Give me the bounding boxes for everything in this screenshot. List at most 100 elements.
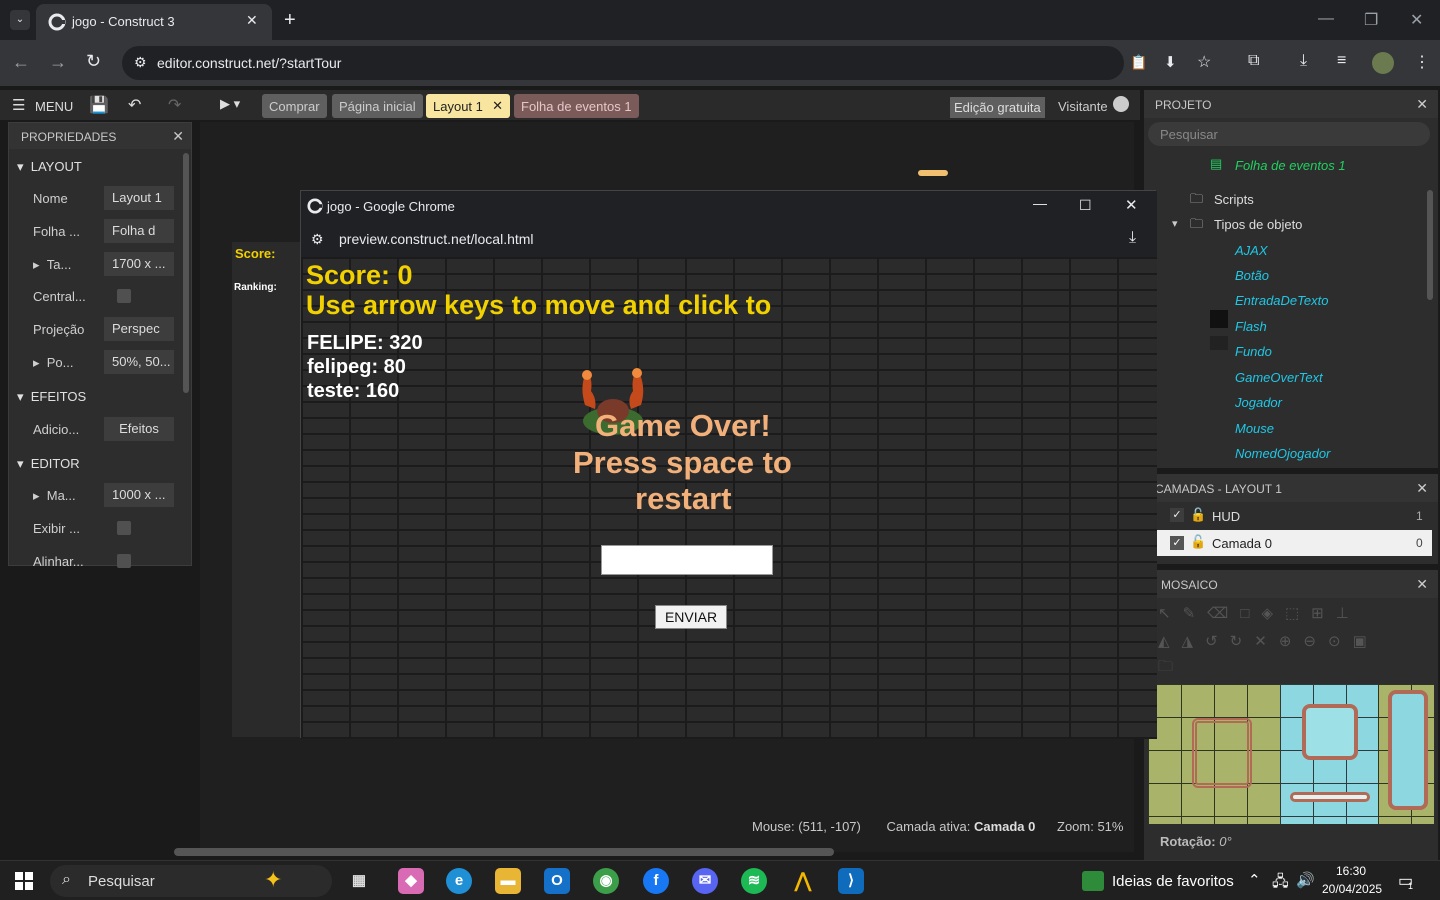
clock-time[interactable]: 16:30 (1336, 864, 1366, 878)
game-canvas[interactable]: Score: 0 Use arrow keys to move and clic… (301, 257, 1157, 739)
popup-titlebar[interactable]: jogo - Google Chrome — ☐ ✕ (301, 191, 1157, 223)
tree-item-entradadetexto[interactable]: EntradaDeTexto (1235, 293, 1328, 308)
project-scrollbar[interactable] (1427, 190, 1433, 300)
messenger-icon[interactable]: ✉ (692, 868, 718, 894)
close-panel-icon[interactable]: ✕ (1416, 576, 1428, 593)
tree-item-gameovertext[interactable]: GameOverText (1235, 370, 1323, 385)
tab-pagina-inicial[interactable]: Página inicial (332, 94, 423, 118)
close-panel-icon[interactable]: ✕ (1416, 96, 1428, 113)
copilot-app-icon[interactable]: ◆ (398, 868, 424, 894)
mirror-icon[interactable]: ◭ (1158, 633, 1182, 650)
section-layout[interactable]: ▾ LAYOUT (17, 159, 82, 175)
widget-label[interactable]: Ideias de favoritos (1112, 873, 1234, 890)
tree-item-nomedojogador[interactable]: NomedOjogador (1235, 446, 1330, 461)
spotify-icon[interactable]: ≋ (741, 868, 767, 894)
outlook-icon[interactable]: O (544, 868, 570, 894)
hamburger-menu-icon[interactable]: ☰ (12, 96, 25, 114)
clipboard-icon[interactable]: 📋 (1130, 54, 1147, 71)
chrome-menu-icon[interactable]: ⋮ (1414, 52, 1430, 72)
user-avatar-icon[interactable] (1113, 96, 1129, 112)
layer-row-hud[interactable]: ✓ 🔓 HUD 1 (1144, 502, 1438, 530)
preview-play-icon[interactable]: ▶ ▾ (220, 96, 240, 112)
volume-icon[interactable]: 🔊 (1296, 871, 1315, 889)
tab-search-button[interactable]: ⌄ (10, 10, 30, 30)
layer-lock-icon[interactable]: 🔓 (1190, 507, 1206, 523)
layer-visible-checkbox[interactable]: ✓ (1170, 508, 1184, 522)
tree-item-scripts[interactable]: Scripts (1214, 192, 1254, 207)
submit-button[interactable]: ENVIAR (655, 605, 727, 629)
prop-event-sheet-select[interactable]: Folha d (104, 219, 174, 243)
tree-item-object-types[interactable]: Tipos de objeto (1214, 217, 1302, 232)
close-panel-icon[interactable]: ✕ (1416, 480, 1428, 497)
clock-date[interactable]: 20/04/2025 (1322, 882, 1382, 896)
tab-comprar[interactable]: Comprar (262, 94, 327, 118)
browser-tab[interactable]: jogo - Construct 3 ✕ (36, 4, 272, 40)
extensions-icon[interactable]: ⧉ (1248, 52, 1259, 70)
prop-position-value[interactable]: 50%, 50... (104, 350, 174, 374)
layout-canvas[interactable]: Score: Ranking: (232, 242, 302, 737)
select-tool-icon[interactable]: ⬚ (1285, 605, 1311, 622)
widget-icon[interactable] (1082, 871, 1104, 891)
copilot-sparkle-icon[interactable]: ✦ (264, 867, 282, 893)
layer-row-camada-0[interactable]: ✓ 🔓 Camada 0 0 (1154, 530, 1432, 556)
player-name-input[interactable] (601, 545, 773, 575)
tree-item-flash[interactable]: Flash (1235, 319, 1267, 334)
eraser-tool-icon[interactable]: ⌫ (1207, 605, 1240, 622)
new-tab-icon[interactable]: + (284, 9, 296, 32)
folder-icon[interactable]: 🗀 (1158, 656, 1173, 681)
tree-item-fundo[interactable]: Fundo (1235, 344, 1272, 359)
properties-scrollbar[interactable] (183, 153, 189, 393)
undo-icon[interactable]: ↶ (128, 95, 141, 115)
close-panel-icon[interactable]: ✕ (172, 128, 184, 145)
rotate-cw-icon[interactable]: ↻ (1230, 633, 1255, 650)
tileset-image[interactable] (1148, 684, 1434, 824)
chrome-icon[interactable]: ◉ (593, 868, 619, 894)
project-search-input[interactable]: Pesquisar (1148, 122, 1430, 146)
tree-item-mouse[interactable]: Mouse (1235, 421, 1274, 436)
zoom-out-icon[interactable]: ⊖ (1303, 633, 1328, 650)
prop-align-checkbox[interactable] (117, 554, 131, 568)
windows-start-icon[interactable] (15, 872, 33, 890)
zoom-reset-icon[interactable]: ⊙ (1328, 633, 1353, 650)
reload-icon[interactable]: ↻ (86, 51, 101, 72)
prop-size-value[interactable]: 1700 x ... (104, 252, 174, 276)
stamp-tool-icon[interactable]: ⊥ (1336, 605, 1361, 622)
tile-select-icon[interactable]: ⊞ (1311, 605, 1336, 622)
restore-window-icon[interactable]: ❐ (1364, 10, 1378, 30)
rotate-ccw-icon[interactable]: ↺ (1205, 633, 1230, 650)
popup-minimize-icon[interactable]: — (1033, 195, 1047, 211)
media-control-icon[interactable]: ≡ (1337, 52, 1346, 70)
prop-projection-select[interactable]: Perspec (104, 317, 174, 341)
minimize-window-icon[interactable]: — (1318, 10, 1334, 28)
popup-maximize-icon[interactable]: ☐ (1079, 197, 1092, 214)
edge-browser-icon[interactable]: e (446, 868, 472, 894)
user-label[interactable]: Visitante (1058, 99, 1108, 114)
bookmark-star-icon[interactable]: ☆ (1197, 52, 1211, 72)
expand-arrow-icon[interactable]: ▾ (1172, 217, 1178, 230)
profile-avatar[interactable] (1372, 52, 1394, 74)
save-icon[interactable]: 💾 (89, 95, 109, 115)
section-effects[interactable]: ▾ EFEITOS (17, 389, 86, 405)
tab-layout-1[interactable]: Layout 1 ✕ (426, 94, 510, 118)
tray-chevron-icon[interactable]: ⌃ (1248, 871, 1261, 889)
taskbar-search-box[interactable]: ⌕ Pesquisar ✦ (50, 865, 332, 897)
pencil-tool-icon[interactable]: ✎ (1183, 605, 1208, 622)
forward-icon[interactable]: → (49, 52, 67, 73)
zoom-in-icon[interactable]: ⊕ (1279, 633, 1304, 650)
tree-item-botao[interactable]: Botão (1235, 268, 1269, 283)
layer-lock-icon[interactable]: 🔓 (1190, 534, 1206, 550)
site-info-icon[interactable]: ⚙ (311, 231, 324, 248)
viewport-scrollbar[interactable] (174, 848, 834, 856)
flip-icon[interactable]: ◮ (1182, 633, 1206, 650)
redo-icon[interactable]: ↷ (168, 95, 181, 115)
site-info-icon[interactable]: ⚙ (134, 54, 147, 71)
save-tiles-icon[interactable]: ▣ (1353, 633, 1379, 650)
popup-download-icon[interactable]: ⤓ (1129, 229, 1136, 247)
vscode-icon[interactable]: ⟩ (838, 868, 864, 894)
tree-item-ajax[interactable]: AJAX (1235, 243, 1268, 258)
pointer-tool-icon[interactable]: ↖ (1158, 605, 1183, 622)
install-app-icon[interactable]: ⬇ (1164, 53, 1177, 71)
rectangle-tool-icon[interactable]: □ (1240, 605, 1261, 622)
menu-button[interactable]: MENU (35, 99, 73, 114)
canvas-flash-sprite[interactable] (918, 170, 948, 176)
